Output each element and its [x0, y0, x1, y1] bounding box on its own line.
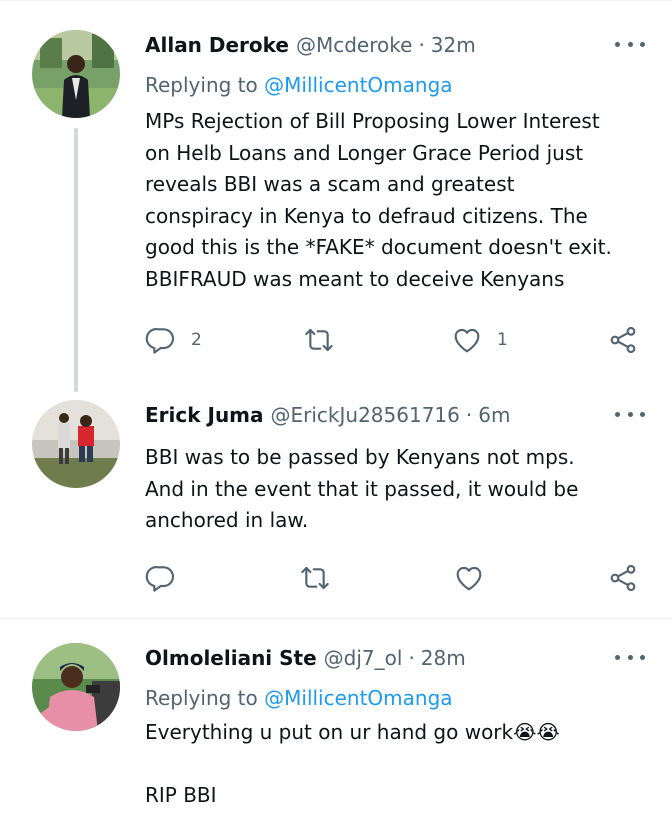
- avatar[interactable]: [32, 400, 120, 488]
- avatar[interactable]: [32, 30, 120, 118]
- avatar[interactable]: [32, 643, 120, 731]
- display-name[interactable]: Allan Deroke: [145, 33, 289, 57]
- tweet-header: Erick Juma @ErickJu28561716 · 6m: [145, 400, 645, 430]
- tweet-text: MPs Rejection of Bill Proposing Lower In…: [145, 109, 612, 291]
- avatar-image: [32, 30, 120, 118]
- share-icon: [610, 326, 636, 354]
- timestamp[interactable]: 32m: [431, 33, 476, 57]
- user-handle[interactable]: @Mcderoke: [296, 33, 412, 57]
- reply-count: 2: [191, 330, 202, 350]
- retweet-icon: [301, 566, 329, 590]
- like-button[interactable]: [453, 558, 499, 598]
- reply-icon: [145, 328, 175, 354]
- mention-link[interactable]: @MillicentOmanga: [264, 73, 452, 97]
- retweet-button[interactable]: [299, 558, 345, 598]
- more-icon[interactable]: [615, 647, 645, 667]
- share-button[interactable]: [607, 558, 639, 598]
- tweet-text: BBI was to be passed by Kenyans not mps.…: [145, 445, 579, 532]
- tweet-header: Allan Deroke @Mcderoke · 32m: [145, 30, 645, 60]
- replying-to-label: Replying to: [145, 73, 258, 97]
- like-count: 1: [497, 330, 508, 350]
- separator: ·: [465, 403, 473, 427]
- more-icon[interactable]: [615, 404, 645, 424]
- avatar-image: [32, 400, 120, 488]
- user-handle[interactable]: @ErickJu28561716: [271, 403, 460, 427]
- display-name[interactable]: Erick Juma: [145, 403, 264, 427]
- mention-link[interactable]: @MillicentOmanga: [264, 686, 452, 710]
- share-icon: [610, 564, 636, 592]
- tweet-1[interactable]: Allan Deroke @Mcderoke · 32m Replying to…: [0, 0, 672, 400]
- tweet-2[interactable]: Erick Juma @ErickJu28561716 · 6m BBI was…: [0, 400, 672, 618]
- replying-to: Replying to @MillicentOmanga: [145, 70, 645, 100]
- retweet-icon: [305, 328, 333, 352]
- heart-icon: [456, 566, 482, 591]
- avatar-image: [32, 643, 120, 731]
- share-button[interactable]: [607, 320, 639, 360]
- tweet-text: Everything u put on ur hand go work😭😭 RI…: [145, 720, 560, 807]
- thread-line: [74, 128, 78, 392]
- tweet-header: Olmoleliani Ste @dj7_ol · 28m: [145, 643, 645, 673]
- reply-button[interactable]: [145, 558, 191, 598]
- timestamp[interactable]: 6m: [478, 403, 510, 427]
- tweet-actions: 2 1: [145, 320, 645, 360]
- replying-to-label: Replying to: [145, 686, 258, 710]
- heart-icon: [454, 328, 480, 353]
- separator: ·: [418, 33, 425, 57]
- replying-to: Replying to @MillicentOmanga: [145, 683, 645, 713]
- like-button[interactable]: 1: [451, 320, 508, 360]
- user-handle[interactable]: @dj7_ol: [324, 646, 403, 670]
- display-name[interactable]: Olmoleliani Ste: [145, 646, 317, 670]
- reply-button[interactable]: 2: [145, 320, 202, 360]
- timestamp[interactable]: 28m: [421, 646, 466, 670]
- more-icon[interactable]: [615, 34, 645, 54]
- tweet-3[interactable]: Olmoleliani Ste @dj7_ol · 28m Replying t…: [0, 619, 672, 816]
- reply-icon: [145, 566, 175, 592]
- tweet-actions: [145, 558, 645, 598]
- retweet-button[interactable]: [303, 320, 349, 360]
- separator: ·: [408, 646, 415, 670]
